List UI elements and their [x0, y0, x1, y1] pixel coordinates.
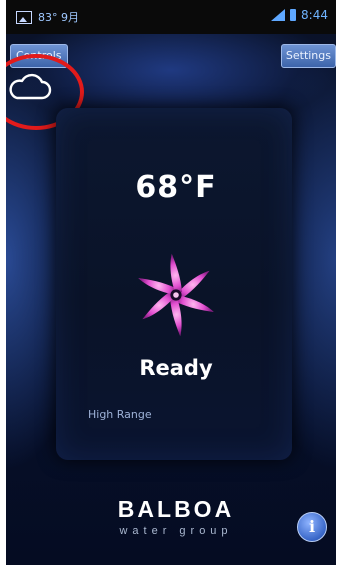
brand-tagline: water group [119, 525, 233, 537]
clock-time: 8:44 [301, 8, 328, 22]
brand-logo: BALBOA water group [6, 496, 336, 537]
status-left: 83° 9月 [16, 9, 79, 25]
status-bar: 83° 9月 8:44 [6, 0, 336, 34]
status-right: 8:44 [271, 8, 328, 22]
spa-status-label: Ready [139, 356, 213, 380]
temperature-range-label: High Range [88, 408, 152, 421]
brand-name: BALBOA [117, 496, 235, 522]
water-temperature: 68°F [135, 170, 217, 205]
status-left-text: 83° 9月 [38, 11, 79, 24]
battery-icon [290, 9, 297, 21]
app-screen: 83° 9月 8:44 Controls Settings 68°F Ready… [6, 0, 336, 565]
info-icon[interactable]: i [297, 512, 327, 542]
image-notification-icon [16, 10, 32, 24]
settings-button[interactable]: Settings [280, 44, 336, 68]
spa-pinwheel-icon [138, 253, 214, 337]
signal-icon [271, 9, 286, 21]
